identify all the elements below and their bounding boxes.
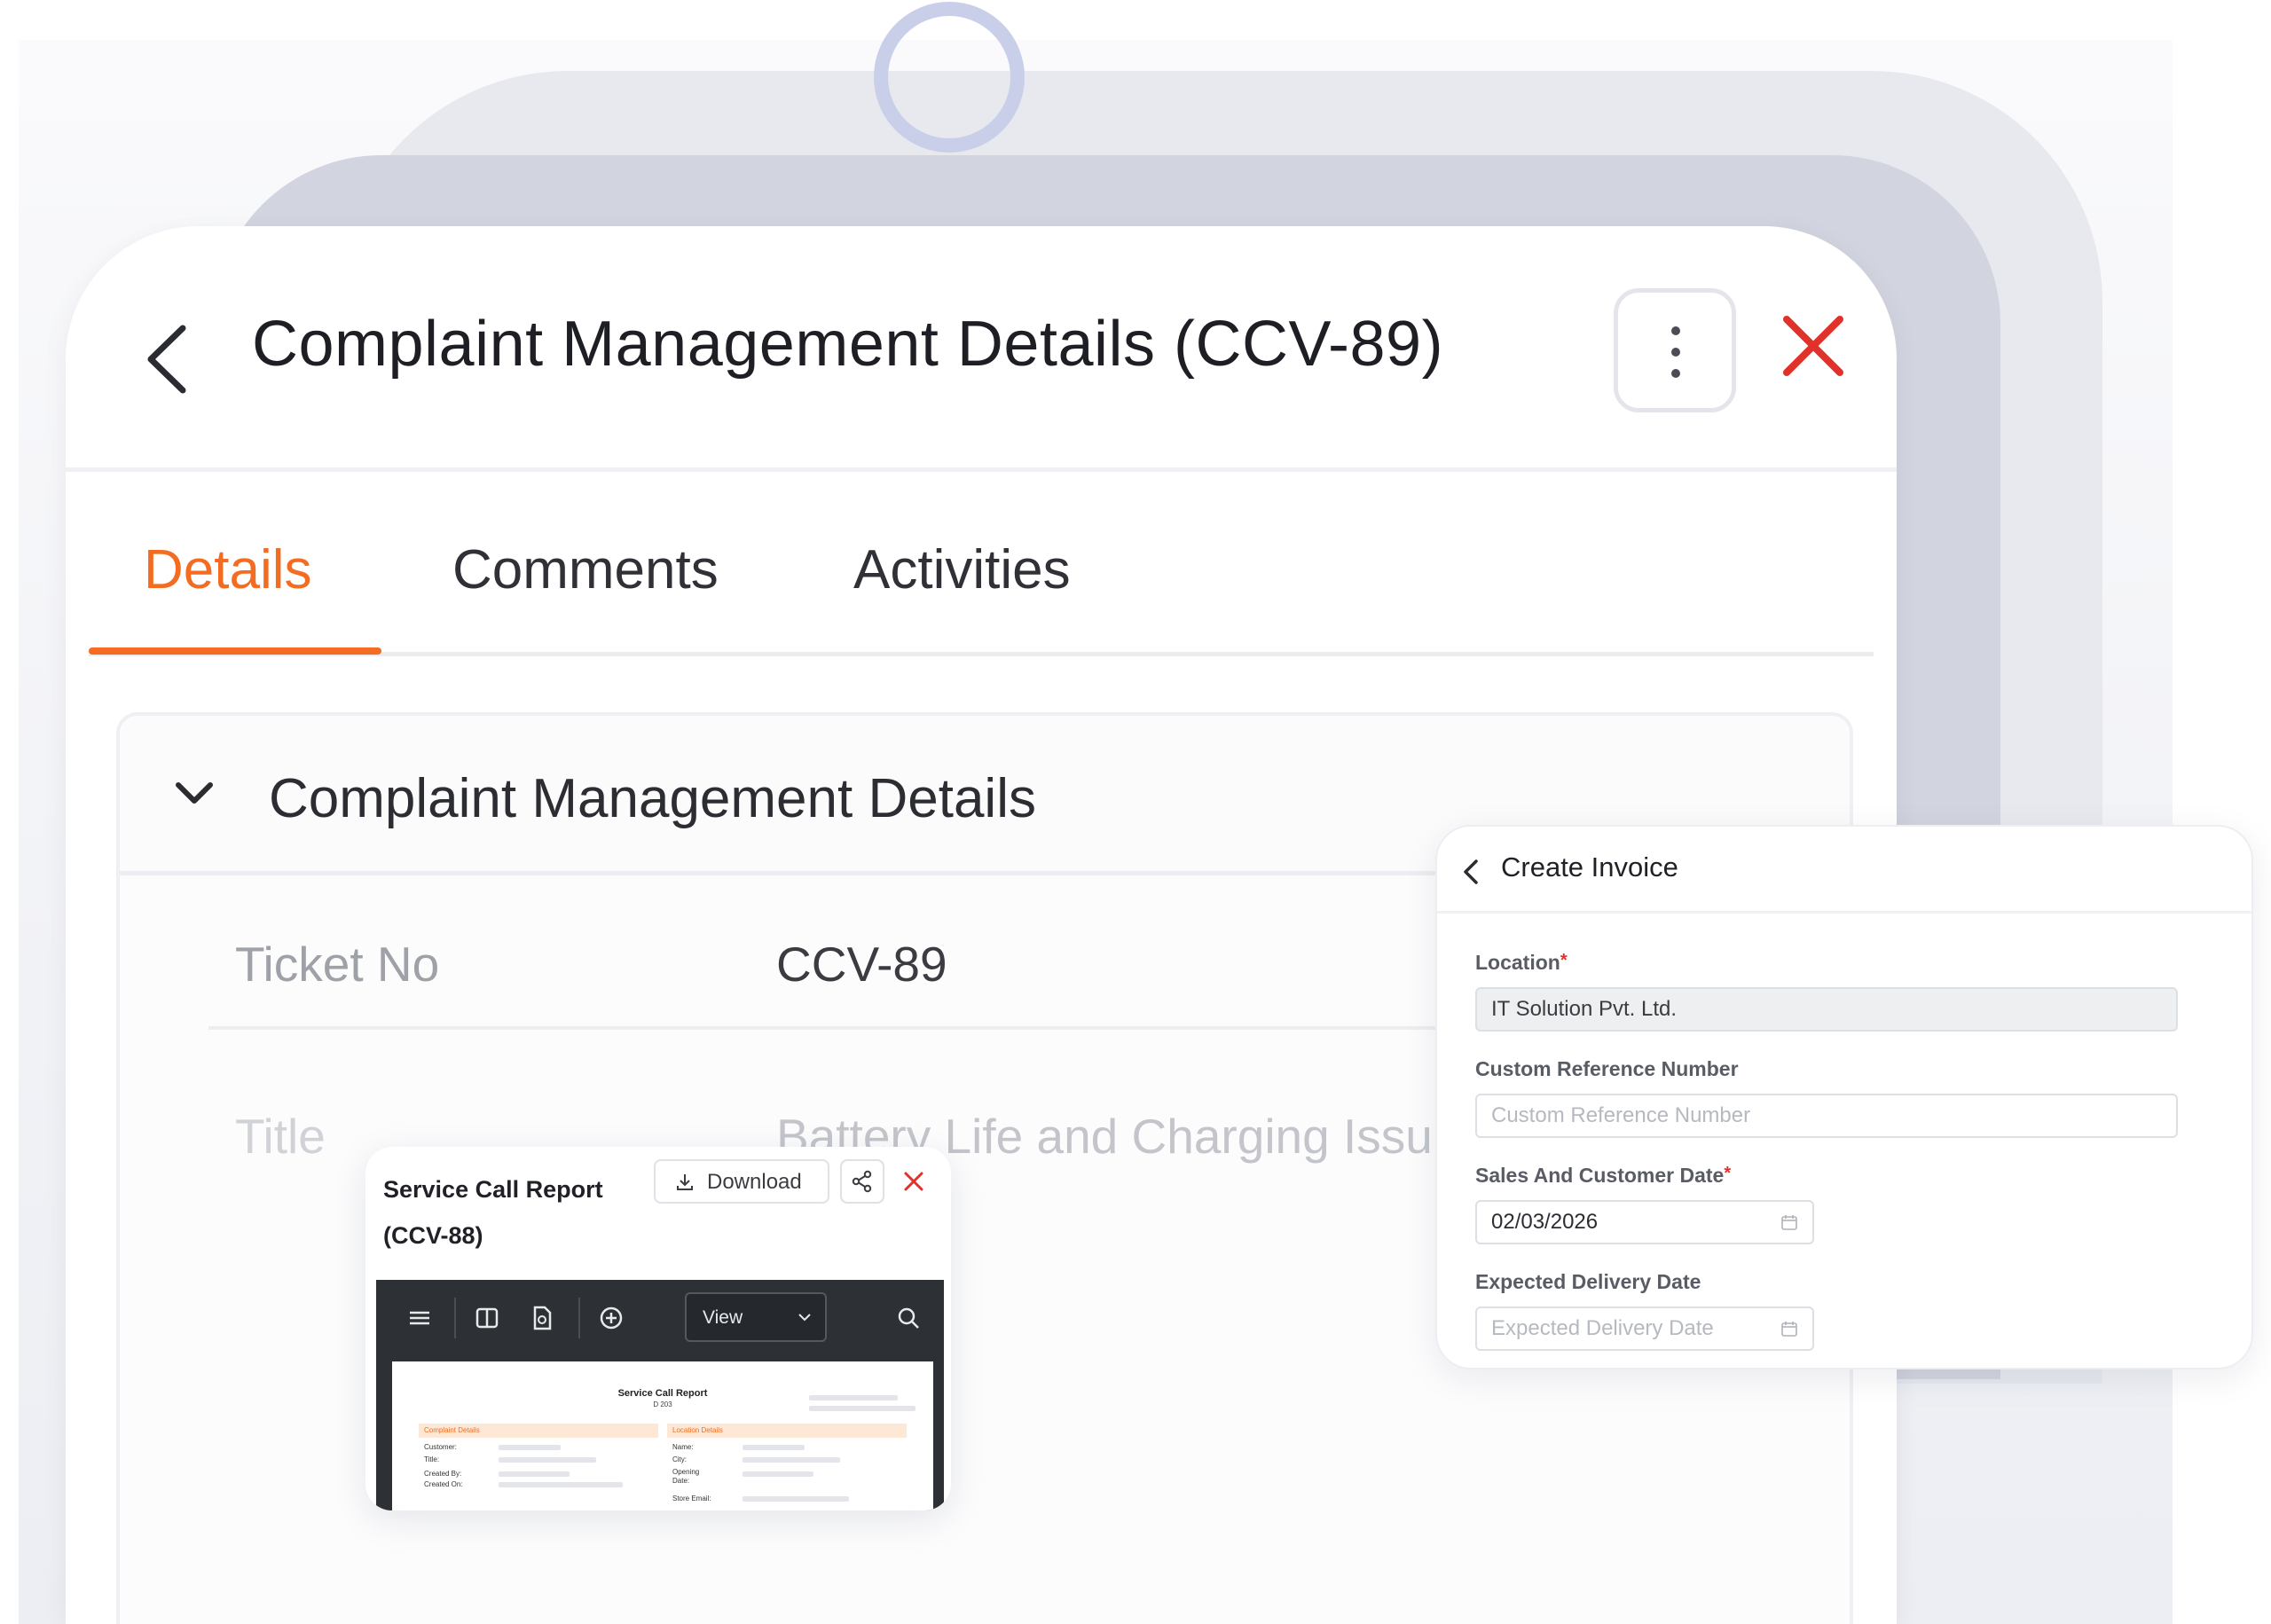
doc-placeholder-bar	[743, 1471, 813, 1477]
download-label: Download	[707, 1170, 802, 1194]
tab-comments[interactable]: Comments	[452, 538, 719, 601]
doc-label: Created By:	[424, 1470, 462, 1478]
download-button[interactable]: Download	[654, 1159, 829, 1204]
doc-placeholder-bar	[743, 1445, 805, 1450]
card-header: Complaint Management Details (CCV-89)	[66, 226, 1897, 472]
create-invoice-panel: Create Invoice Location* IT Solution Pvt…	[1435, 825, 2253, 1369]
field-label-ticket-no: Ticket No	[235, 937, 440, 992]
kebab-dot-icon	[1671, 326, 1680, 335]
report-title-line1: Service Call Report	[383, 1176, 603, 1203]
custom-reference-input[interactable]: Custom Reference Number	[1475, 1094, 2178, 1138]
doc-label: Opening	[672, 1468, 700, 1476]
page-title: Complaint Management Details (CCV-89)	[252, 309, 1444, 380]
share-button[interactable]	[840, 1159, 884, 1204]
location-label: Location*	[1475, 951, 1568, 974]
doc-label: Store Email:	[672, 1495, 711, 1502]
section-title: Complaint Management Details	[269, 768, 1036, 829]
sidebar-toggle-icon[interactable]	[474, 1305, 500, 1331]
sales-date-label: Sales And Customer Date*	[1475, 1164, 1732, 1187]
chevron-down-icon	[798, 1314, 811, 1322]
view-select-value: View	[703, 1307, 743, 1328]
custom-reference-label: Custom Reference Number	[1475, 1057, 1739, 1080]
location-field[interactable]: IT Solution Pvt. Ltd.	[1475, 987, 2178, 1032]
menu-icon[interactable]	[406, 1305, 433, 1331]
doc-section-complaint: Complaint Details	[419, 1424, 658, 1438]
back-arrow-icon[interactable]	[1460, 859, 1481, 885]
expected-delivery-label: Expected Delivery Date	[1475, 1270, 1701, 1293]
expected-delivery-input[interactable]: Expected Delivery Date	[1475, 1306, 1814, 1351]
doc-placeholder-bar	[743, 1496, 849, 1502]
calendar-icon[interactable]	[1780, 1320, 1798, 1338]
active-tab-indicator	[89, 647, 381, 655]
pdf-viewer: View Service Call Report D 203 Complaint…	[376, 1280, 944, 1510]
expected-delivery-placeholder: Expected Delivery Date	[1491, 1316, 1714, 1340]
close-icon[interactable]	[902, 1170, 925, 1193]
tab-details[interactable]: Details	[144, 538, 312, 601]
back-arrow-icon[interactable]	[137, 319, 199, 399]
doc-placeholder-bar	[809, 1406, 915, 1411]
field-value-ticket-no: CCV-89	[776, 937, 947, 992]
service-call-report-card: Service Call Report (CCV-88) Download Vi…	[365, 1147, 951, 1510]
doc-placeholder-bar	[499, 1471, 570, 1477]
close-icon[interactable]	[1778, 310, 1849, 381]
doc-placeholder-bar	[809, 1395, 898, 1400]
view-select[interactable]: View	[685, 1292, 827, 1342]
doc-label: Created On:	[424, 1480, 463, 1488]
toolbar-separator	[454, 1298, 456, 1338]
toolbar-separator	[578, 1298, 580, 1338]
doc-placeholder-bar	[499, 1457, 596, 1463]
more-options-button[interactable]	[1614, 288, 1736, 412]
doc-placeholder-bar	[499, 1482, 623, 1487]
report-title-line2: (CCV-88)	[383, 1222, 483, 1249]
download-icon	[677, 1174, 693, 1190]
sales-date-value: 02/03/2026	[1491, 1210, 1599, 1234]
sales-date-input[interactable]: 02/03/2026	[1475, 1200, 1814, 1244]
invoice-title: Create Invoice	[1501, 851, 1678, 883]
doc-placeholder-bar	[499, 1445, 561, 1450]
decorative-ring	[874, 2, 1025, 153]
chevron-down-icon[interactable]	[173, 780, 216, 806]
doc-section-location: Location Details	[667, 1424, 907, 1438]
report-title: Service Call Report (CCV-88)	[383, 1166, 632, 1259]
file-icon[interactable]	[529, 1305, 555, 1331]
field-label-title: Title	[235, 1109, 326, 1164]
search-icon[interactable]	[895, 1305, 922, 1331]
kebab-dot-icon	[1671, 348, 1680, 357]
doc-label: Customer:	[424, 1443, 457, 1451]
calendar-icon[interactable]	[1780, 1213, 1798, 1231]
tab-activities[interactable]: Activities	[853, 538, 1071, 601]
doc-label: Title:	[424, 1455, 440, 1463]
doc-label: Date:	[672, 1477, 690, 1485]
kebab-dot-icon	[1671, 369, 1680, 378]
add-circle-icon[interactable]	[598, 1305, 625, 1331]
doc-label: Name:	[672, 1443, 694, 1451]
doc-label: City:	[672, 1455, 687, 1463]
doc-placeholder-bar	[743, 1457, 840, 1463]
invoice-header: Create Invoice	[1437, 827, 2251, 914]
pdf-page: Service Call Report D 203 Complaint Deta…	[392, 1361, 933, 1510]
share-icon	[852, 1170, 872, 1193]
